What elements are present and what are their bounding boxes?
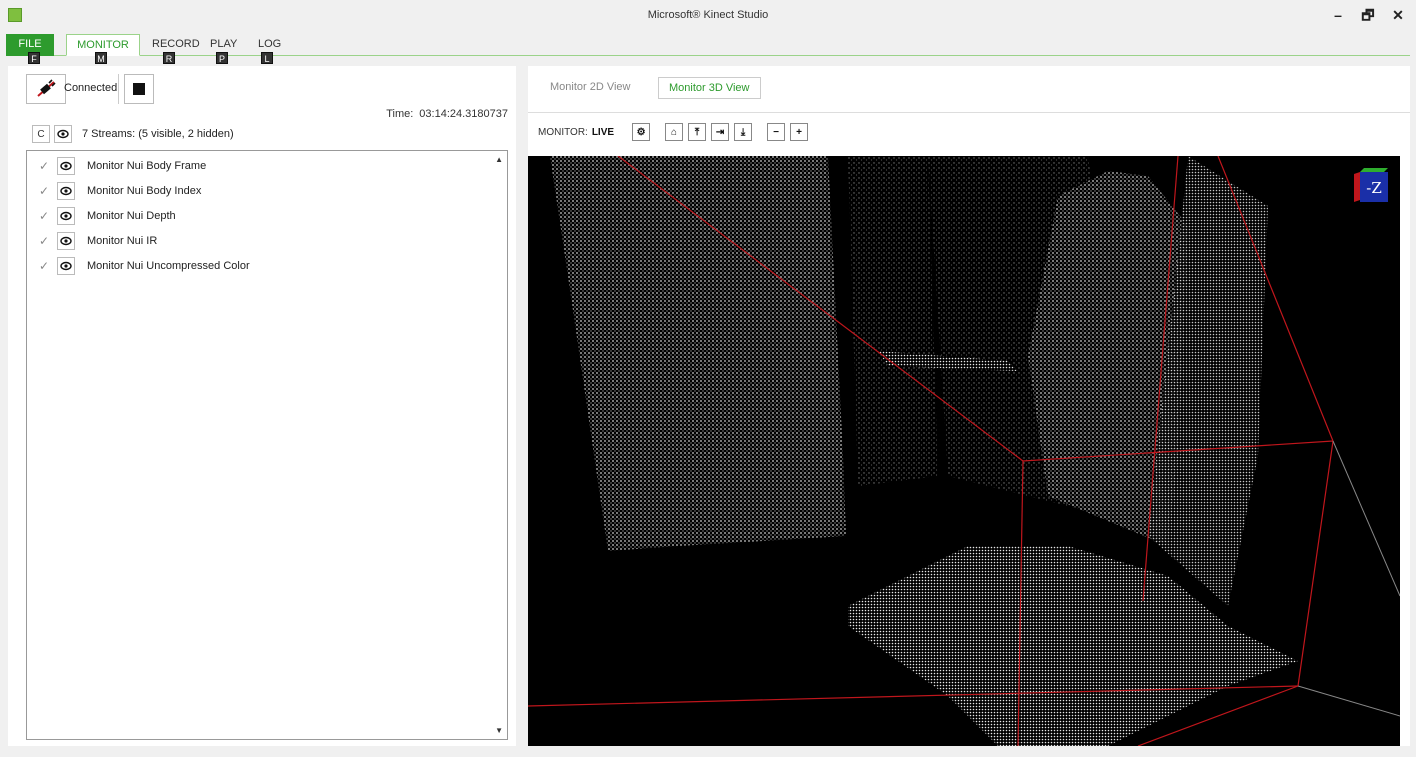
streams-summary: 7 Streams: (5 visible, 2 hidden)	[82, 128, 234, 140]
window-controls: – 🗗 ✕	[1330, 6, 1406, 24]
keytip-monitor: M	[95, 52, 107, 64]
connect-button[interactable]	[26, 74, 66, 104]
window-title: Microsoft® Kinect Studio	[647, 9, 769, 21]
eye-icon	[60, 236, 72, 246]
arrow-right-bar-icon: ⇥	[715, 126, 725, 138]
arrow-down-bar-icon: ⤓	[740, 126, 746, 138]
divider	[528, 112, 1410, 113]
check-icon[interactable]: ✓	[37, 159, 51, 173]
title-bar: Microsoft® Kinect Studio – 🗗 ✕	[0, 0, 1416, 32]
scroll-up-icon[interactable]: ▲	[495, 155, 503, 164]
plug-icon	[37, 79, 56, 97]
point-cloud-render	[528, 156, 1400, 746]
plus-icon: +	[796, 126, 802, 138]
list-item[interactable]: ✓ Monitor Nui IR	[27, 230, 487, 252]
kinect-studio-window: Microsoft® Kinect Studio – 🗗 ✕ FILE MONI…	[0, 0, 1416, 757]
doorway-points	[848, 156, 938, 486]
divider	[118, 74, 119, 104]
side-view-button[interactable]: ⇥	[711, 123, 730, 141]
stream-visibility-button[interactable]	[57, 157, 75, 175]
zoom-out-button[interactable]: −	[767, 123, 786, 141]
stream-visibility-button[interactable]	[57, 207, 75, 225]
eye-icon	[60, 161, 72, 171]
orientation-cube[interactable]: -Z	[1354, 166, 1390, 204]
tab-monitor-3d[interactable]: Monitor 3D View	[658, 77, 761, 99]
gear-icon: ⚙	[636, 126, 646, 138]
toggle-visibility-button[interactable]	[54, 125, 72, 143]
time-readout: Time: 03:14:24.3180737	[380, 108, 508, 120]
keytip-log: L	[261, 52, 273, 64]
keytip-play: P	[216, 52, 228, 64]
monitor-toolbar: MONITOR: LIVE ⚙ ⌂ ⤒ ⇥ ⤓ − +	[538, 122, 813, 142]
time-value: 03:14:24.3180737	[419, 108, 508, 120]
streams-panel: Connected Time: 03:14:24.3180737 C 7 Stre…	[8, 66, 516, 746]
list-item[interactable]: ✓ Monitor Nui Depth	[27, 205, 487, 227]
arrow-up-bar-icon: ⤒	[694, 126, 700, 138]
monitor-label: MONITOR:	[538, 126, 588, 138]
list-item[interactable]: ✓ Monitor Nui Body Index	[27, 180, 487, 202]
time-label: Time:	[386, 108, 414, 120]
check-icon[interactable]: ✓	[37, 209, 51, 223]
stop-button[interactable]	[124, 74, 154, 104]
bottom-view-button[interactable]: ⤓	[734, 123, 753, 141]
tab-monitor-2d[interactable]: Monitor 2D View	[540, 77, 641, 99]
eye-icon	[57, 129, 69, 139]
home-icon: ⌂	[671, 126, 678, 138]
streams-header: C 7 Streams: (5 visible, 2 hidden)	[32, 124, 234, 144]
check-icon[interactable]: ✓	[37, 259, 51, 273]
stream-label: Monitor Nui Uncompressed Color	[87, 260, 250, 272]
eye-icon	[60, 211, 72, 221]
stream-visibility-button[interactable]	[57, 232, 75, 250]
top-view-button[interactable]: ⤒	[688, 123, 707, 141]
stream-list[interactable]: ▲ ▼ ✓ Monitor Nui Body Frame ✓ Monitor N…	[26, 150, 508, 740]
list-item[interactable]: ✓ Monitor Nui Uncompressed Color	[27, 255, 487, 277]
stream-label: Monitor Nui Depth	[87, 210, 176, 222]
axis-cube-icon: -Z	[1354, 168, 1388, 202]
home-view-button[interactable]: ⌂	[665, 123, 684, 141]
connection-status: Connected	[64, 82, 118, 94]
restore-button[interactable]: 🗗	[1360, 6, 1376, 24]
stream-visibility-button[interactable]	[57, 257, 75, 275]
stream-label: Monitor Nui IR	[87, 235, 158, 247]
monitor-view-panel: Monitor 2D View Monitor 3D View MONITOR:…	[528, 66, 1410, 746]
settings-button[interactable]: ⚙	[632, 123, 651, 141]
zoom-in-button[interactable]: +	[790, 123, 809, 141]
minus-icon: −	[773, 126, 779, 138]
point-cloud-viewport[interactable]: -Z	[528, 156, 1400, 746]
check-icon[interactable]: ✓	[37, 234, 51, 248]
minimize-button[interactable]: –	[1330, 6, 1346, 24]
eye-icon	[60, 261, 72, 271]
keytip-record: R	[163, 52, 175, 64]
keytip-file: F	[28, 52, 40, 64]
close-button[interactable]: ✕	[1390, 6, 1406, 24]
scroll-down-icon[interactable]: ▼	[495, 726, 503, 735]
stream-label: Monitor Nui Body Index	[87, 185, 202, 197]
eye-icon	[60, 186, 72, 196]
stream-visibility-button[interactable]	[57, 182, 75, 200]
axis-label: -Z	[1366, 179, 1382, 197]
monitor-state: LIVE	[591, 126, 615, 138]
list-item[interactable]: ✓ Monitor Nui Body Frame	[27, 155, 487, 177]
check-icon[interactable]: ✓	[37, 184, 51, 198]
stream-label: Monitor Nui Body Frame	[87, 160, 207, 172]
clear-button[interactable]: C	[32, 125, 50, 143]
stop-icon	[133, 83, 145, 95]
